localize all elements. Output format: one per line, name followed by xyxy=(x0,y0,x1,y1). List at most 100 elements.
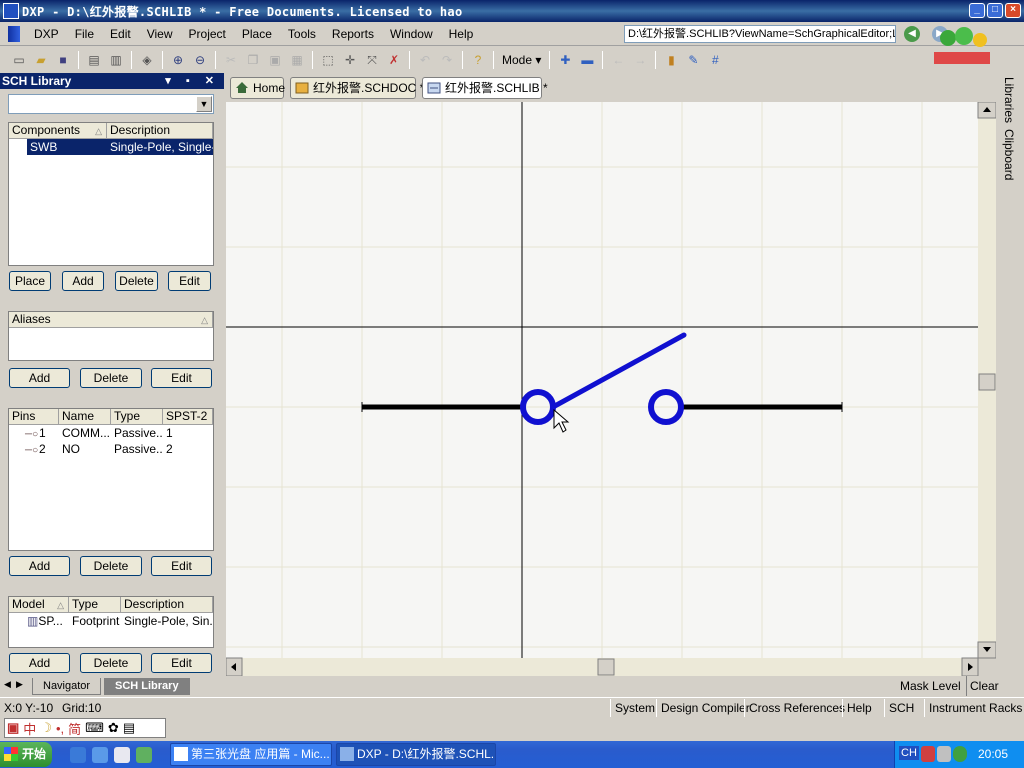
model-edit-button[interactable]: Edit xyxy=(151,653,212,673)
model-add-button[interactable]: Add xyxy=(9,653,70,673)
back-arrow-icon[interactable]: ◀ xyxy=(904,26,920,42)
status-system-button[interactable]: System xyxy=(610,699,655,717)
ime-simplified[interactable]: 简 xyxy=(68,719,81,738)
pin-edit-button[interactable]: Edit xyxy=(151,556,212,576)
mask-level-button[interactable]: Mask Level xyxy=(900,676,961,696)
tab-home[interactable]: Home xyxy=(230,77,285,99)
ime-logo-icon[interactable]: ▣ xyxy=(7,720,19,736)
menu-place[interactable]: Place xyxy=(234,27,280,41)
component-row-swb[interactable]: SWB Single-Pole, Single-... xyxy=(9,139,213,155)
tab-schlib[interactable]: 红外报警.SCHLIB * xyxy=(422,77,548,99)
desktop-icon[interactable] xyxy=(114,747,130,763)
col-header-model-type[interactable]: Type xyxy=(69,597,121,612)
ieee-symbols-icon[interactable]: ▮ xyxy=(663,52,679,68)
tab-libraries[interactable]: Libraries xyxy=(1002,77,1016,123)
alias-delete-button[interactable]: Delete xyxy=(80,368,142,388)
menu-dxp[interactable]: DXP xyxy=(26,27,67,41)
menu-window[interactable]: Window xyxy=(382,27,441,41)
next-part-icon[interactable]: → xyxy=(632,52,648,68)
chevron-down-icon[interactable]: ▼ xyxy=(196,96,212,112)
paste-icon[interactable]: ▣ xyxy=(267,52,283,68)
horizontal-scrollbar[interactable] xyxy=(225,657,979,677)
col-header-description[interactable]: Description xyxy=(107,123,213,138)
select-objects-icon[interactable]: ⤧ xyxy=(364,52,380,68)
undo-icon[interactable]: ↶ xyxy=(417,52,433,68)
tab-navigator[interactable]: Navigator xyxy=(32,678,102,695)
print-icon[interactable]: ▤ xyxy=(86,52,102,68)
remove-part-icon[interactable]: ▬ xyxy=(579,52,595,68)
new-file-icon[interactable]: ▭ xyxy=(11,52,27,68)
layers-icon[interactable]: ◈ xyxy=(139,52,155,68)
status-cross-references-button[interactable]: Cross References xyxy=(744,699,845,717)
select-area-icon[interactable]: ⬚ xyxy=(320,52,336,68)
menu-reports[interactable]: Reports xyxy=(324,27,382,41)
media-icon[interactable] xyxy=(136,747,152,763)
ime-settings-icon[interactable]: ▤ xyxy=(123,720,135,736)
add-part-icon[interactable]: ✚ xyxy=(557,52,573,68)
ime-keyboard-icon[interactable]: ⌨ xyxy=(85,720,104,736)
print-preview-icon[interactable]: ▥ xyxy=(108,52,124,68)
help-query-icon[interactable]: ? xyxy=(470,52,486,68)
tab-clipboard[interactable]: Clipboard xyxy=(1002,129,1016,180)
tray-ime-indicator[interactable]: CH xyxy=(899,746,919,760)
col-header-pins[interactable]: Pins xyxy=(9,409,59,424)
zoom-out-icon[interactable]: ⊖ xyxy=(192,52,208,68)
tray-volume-icon[interactable] xyxy=(937,746,951,762)
maximize-button[interactable]: □ xyxy=(987,3,1003,18)
task-word-document[interactable]: 第三张光盘 应用篇 - Mic... xyxy=(170,743,332,766)
tray-network-icon[interactable] xyxy=(921,746,935,762)
ime-moon-icon[interactable]: ☽ xyxy=(40,720,52,736)
task-dxp[interactable]: DXP - D:\红外报警.SCHL... xyxy=(336,743,496,766)
minimize-button[interactable]: _ xyxy=(969,3,985,18)
menu-help[interactable]: Help xyxy=(441,27,482,41)
status-instrument-racks-button[interactable]: Instrument Racks xyxy=(924,699,1022,717)
schematic-canvas[interactable] xyxy=(225,101,997,677)
deselect-icon[interactable]: ✗ xyxy=(386,52,402,68)
menu-view[interactable]: View xyxy=(139,27,181,41)
grid-icon[interactable]: # xyxy=(707,52,723,68)
mode-dropdown[interactable]: Mode ▾ xyxy=(498,53,545,67)
zoom-in-icon[interactable]: ⊕ xyxy=(170,52,186,68)
cut-icon[interactable]: ✂ xyxy=(223,52,239,68)
model-delete-button[interactable]: Delete xyxy=(80,653,142,673)
component-add-button[interactable]: Add xyxy=(62,271,104,291)
tab-scroll-left-icon[interactable]: ◀ xyxy=(4,679,11,690)
model-row[interactable]: ▥SP... Footprint Single-Pole, Sin... xyxy=(9,613,213,629)
ime-punctuation-icon[interactable]: •, xyxy=(56,721,64,736)
menu-project[interactable]: Project xyxy=(181,27,234,41)
component-delete-button[interactable]: Delete xyxy=(115,271,158,291)
tray-security-icon[interactable] xyxy=(953,746,967,762)
pin-add-button[interactable]: Add xyxy=(9,556,70,576)
copy-icon[interactable]: ❐ xyxy=(245,52,261,68)
tab-scroll-right-icon[interactable]: ▶ xyxy=(16,679,23,690)
alias-add-button[interactable]: Add xyxy=(9,368,70,388)
schematic-editor[interactable] xyxy=(225,101,997,677)
menu-file[interactable]: File xyxy=(67,27,102,41)
drawing-tools-icon[interactable]: ✎ xyxy=(685,52,701,68)
status-sch-button[interactable]: SCH xyxy=(884,699,914,717)
save-icon[interactable]: ■ xyxy=(55,52,71,68)
clear-button[interactable]: Clear xyxy=(966,676,999,696)
col-header-type[interactable]: Type xyxy=(111,409,163,424)
col-header-aliases[interactable]: Aliases △ xyxy=(9,312,213,327)
col-header-model[interactable]: Model △ xyxy=(9,597,69,612)
col-header-components[interactable]: Components △ xyxy=(9,123,107,138)
place-button[interactable]: Place xyxy=(9,271,51,291)
open-folder-icon[interactable]: ▰ xyxy=(33,52,49,68)
col-header-spst[interactable]: SPST-2 xyxy=(163,409,213,424)
start-button[interactable]: 开始 xyxy=(0,742,52,767)
panel-controls[interactable]: ▾ ▪ ✕ xyxy=(165,73,220,89)
status-help-button[interactable]: Help xyxy=(842,699,872,717)
pin-row[interactable]: ─○2 NO Passive... 2 xyxy=(9,441,213,457)
redo-icon[interactable]: ↷ xyxy=(439,52,455,68)
vertical-scrollbar[interactable] xyxy=(977,101,997,659)
alias-edit-button[interactable]: Edit xyxy=(151,368,212,388)
menu-edit[interactable]: Edit xyxy=(102,27,139,41)
close-button[interactable]: × xyxy=(1005,3,1021,18)
rubber-stamp-icon[interactable]: ▦ xyxy=(289,52,305,68)
ime-mode-chinese[interactable]: 中 xyxy=(23,719,36,738)
tab-sch-library[interactable]: SCH Library xyxy=(104,678,190,695)
col-header-name[interactable]: Name xyxy=(59,409,111,424)
explorer-icon[interactable] xyxy=(92,747,108,763)
tab-schdoc[interactable]: 红外报警.SCHDOC * xyxy=(290,77,424,99)
